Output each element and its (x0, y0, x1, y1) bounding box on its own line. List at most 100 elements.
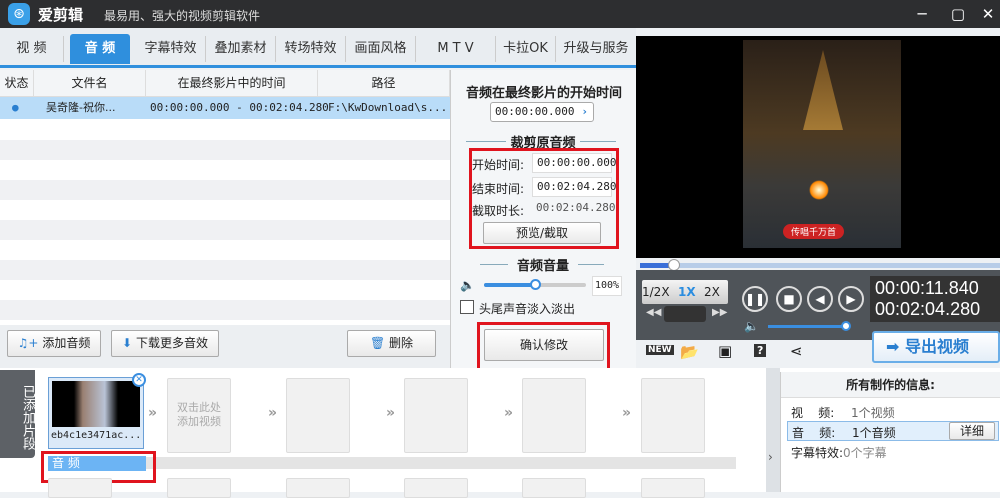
empty-slot[interactable] (167, 478, 231, 498)
close-button[interactable]: ✕ (976, 3, 1000, 25)
tab-style[interactable]: 画面风格 (346, 36, 416, 62)
main-tabs: 视 频 音 频 字幕特效 叠加素材 转场特效 画面风格 M T V 卡拉OK 升… (0, 28, 636, 68)
empty-slot[interactable] (641, 378, 705, 453)
player-volume-icon: 🔈 (744, 319, 759, 333)
export-video-button[interactable]: ➡ 导出视频 (872, 331, 1000, 363)
help-icon[interactable]: ? (754, 344, 767, 357)
crop-start-input[interactable]: 00:00:00.000 (532, 153, 616, 173)
add-audio-button[interactable]: ♫+ 添加音频 (7, 330, 101, 357)
minimize-button[interactable]: ─ (910, 3, 934, 25)
chevron-right-icon: › (768, 450, 773, 464)
video-frame: 传唱千万首 (743, 40, 901, 248)
open-folder-icon[interactable]: 📂 (680, 343, 699, 361)
player-volume-thumb[interactable] (841, 321, 851, 331)
pause-icon[interactable]: ❚❚ (742, 286, 768, 312)
speed-half[interactable]: 1/2X (642, 280, 670, 304)
col-filename: 文件名 (34, 70, 146, 97)
empty-slot[interactable] (48, 478, 112, 498)
col-path: 路径 (318, 70, 450, 97)
speed-2x[interactable]: 2X (704, 280, 720, 304)
tab-mtv[interactable]: M T V (416, 36, 496, 62)
clip-thumbnail[interactable]: eb4c1e3471ac... (48, 377, 144, 449)
added-clips-tab[interactable]: 已添加片段 (0, 370, 35, 458)
tab-transition[interactable]: 转场特效 (276, 36, 346, 62)
delete-label: 删除 (389, 336, 414, 350)
empty-slot[interactable] (522, 378, 586, 453)
arrow-icon: » (148, 405, 158, 421)
remove-clip-icon[interactable]: ✕ (132, 373, 146, 387)
download-icon: ⬇ (122, 336, 133, 350)
add-video-slot[interactable]: 双击此处添加视频 (167, 378, 231, 453)
speed-1x[interactable]: 1X (678, 280, 696, 304)
share-icon[interactable]: ⋖ (790, 342, 803, 360)
download-label: 下载更多音效 (135, 336, 208, 350)
fast-forward-icon[interactable]: ▶▶ (712, 307, 727, 318)
empty-slot[interactable] (641, 478, 705, 498)
start-time-title: 音频在最终影片的开始时间 (465, 86, 622, 101)
tab-audio[interactable]: 音 频 (70, 34, 130, 64)
empty-slot[interactable] (286, 478, 350, 498)
table-row[interactable]: ● 吴奇隆-祝你... 00:00:00.000 - 00:02:04.280 … (0, 97, 450, 119)
arrow-icon: » (386, 405, 396, 421)
info-row-video: 视 频: 1个视频 (791, 404, 895, 421)
title-bar: ⊛ 爱剪辑 最易用、强大的视频剪辑软件 ─ ▢ ✕ (0, 0, 1000, 28)
end-label: 结束时间: (472, 182, 525, 196)
volume-thumb[interactable] (530, 279, 541, 290)
bonfire-image (809, 180, 829, 200)
info-key: 字幕特效: (791, 446, 844, 460)
next-frame-icon[interactable]: ▶ (838, 286, 864, 312)
info-row-subtitle: 字幕特效:0个字幕 (791, 444, 887, 461)
info-panel: 所有制作的信息: 视 频: 1个视频 音 频: 1个音频 详细 字幕特效:0个字幕 (780, 372, 1000, 492)
chevron-right-icon[interactable]: › (581, 103, 588, 121)
info-value: 1个音频 (852, 426, 896, 440)
player-volume-slider[interactable] (768, 325, 844, 328)
info-title: 所有制作的信息: (781, 372, 1000, 398)
fade-checkbox[interactable] (460, 300, 474, 314)
info-key: 音 频: (792, 426, 836, 440)
save-icon[interactable]: ▣ (718, 342, 732, 360)
empty-rows (0, 120, 450, 325)
speed-selector[interactable]: 1/2X 1X 2X (642, 280, 728, 304)
start-label: 开始时间: (472, 158, 525, 172)
tab-subtitle[interactable]: 字幕特效 (136, 36, 206, 62)
app-logo-icon: ⊛ (8, 3, 30, 25)
tab-video[interactable]: 视 频 (0, 36, 64, 62)
detail-button[interactable]: 详细 (949, 422, 995, 440)
tab-upgrade[interactable]: 升级与服务 (556, 36, 636, 62)
confirm-button[interactable]: 确认修改 (484, 329, 604, 361)
empty-slot[interactable] (522, 478, 586, 498)
maximize-button[interactable]: ▢ (946, 3, 970, 25)
panel-splitter[interactable]: › (766, 368, 780, 492)
empty-slot[interactable] (404, 378, 468, 453)
info-value: 0个字幕 (843, 446, 887, 460)
time-display: 00:00:11.840 00:02:04.280 (870, 276, 1000, 322)
delete-button[interactable]: 🗑 删除 (347, 330, 436, 357)
new-project-icon[interactable]: NEW (646, 345, 674, 355)
arrow-icon: » (622, 405, 632, 421)
rewind-icon[interactable]: ◀◀ (646, 307, 661, 318)
volume-title: 音频音量 (508, 255, 578, 274)
empty-slot[interactable] (286, 378, 350, 453)
prev-frame-icon[interactable]: ◀ (807, 286, 833, 312)
start-time-input[interactable]: 00:00:00.000 › (490, 102, 594, 122)
tab-overlay[interactable]: 叠加素材 (206, 36, 276, 62)
time-range: 00:00:00.000 - 00:02:04.280 (150, 101, 329, 114)
speaker-icon: 🔈 (460, 278, 475, 292)
crop-end-input[interactable]: 00:02:04.280 (532, 177, 616, 197)
export-label: 导出视频 (904, 337, 969, 356)
tab-karaoke[interactable]: 卡拉OK (496, 36, 556, 62)
volume-value[interactable]: 100% (592, 276, 622, 296)
stop-icon[interactable]: ■ (776, 286, 802, 312)
app-name: 爱剪辑 (38, 6, 84, 24)
empty-slot[interactable] (404, 478, 468, 498)
download-effects-button[interactable]: ⬇ 下载更多音效 (111, 330, 219, 357)
file-path: F:\KwDownload\s... (328, 101, 448, 114)
start-time-value: 00:00:00.000 (495, 105, 575, 118)
jog-wheel[interactable] (664, 306, 706, 322)
clip-image (52, 381, 140, 427)
music-add-icon: ♫+ (17, 336, 39, 350)
current-time: 00:00:11.840 (875, 278, 979, 298)
preview-crop-button[interactable]: 预览/截取 (483, 222, 601, 244)
progress-bar[interactable] (640, 263, 1000, 268)
clip-name: eb4c1e3471ac... (51, 430, 142, 441)
